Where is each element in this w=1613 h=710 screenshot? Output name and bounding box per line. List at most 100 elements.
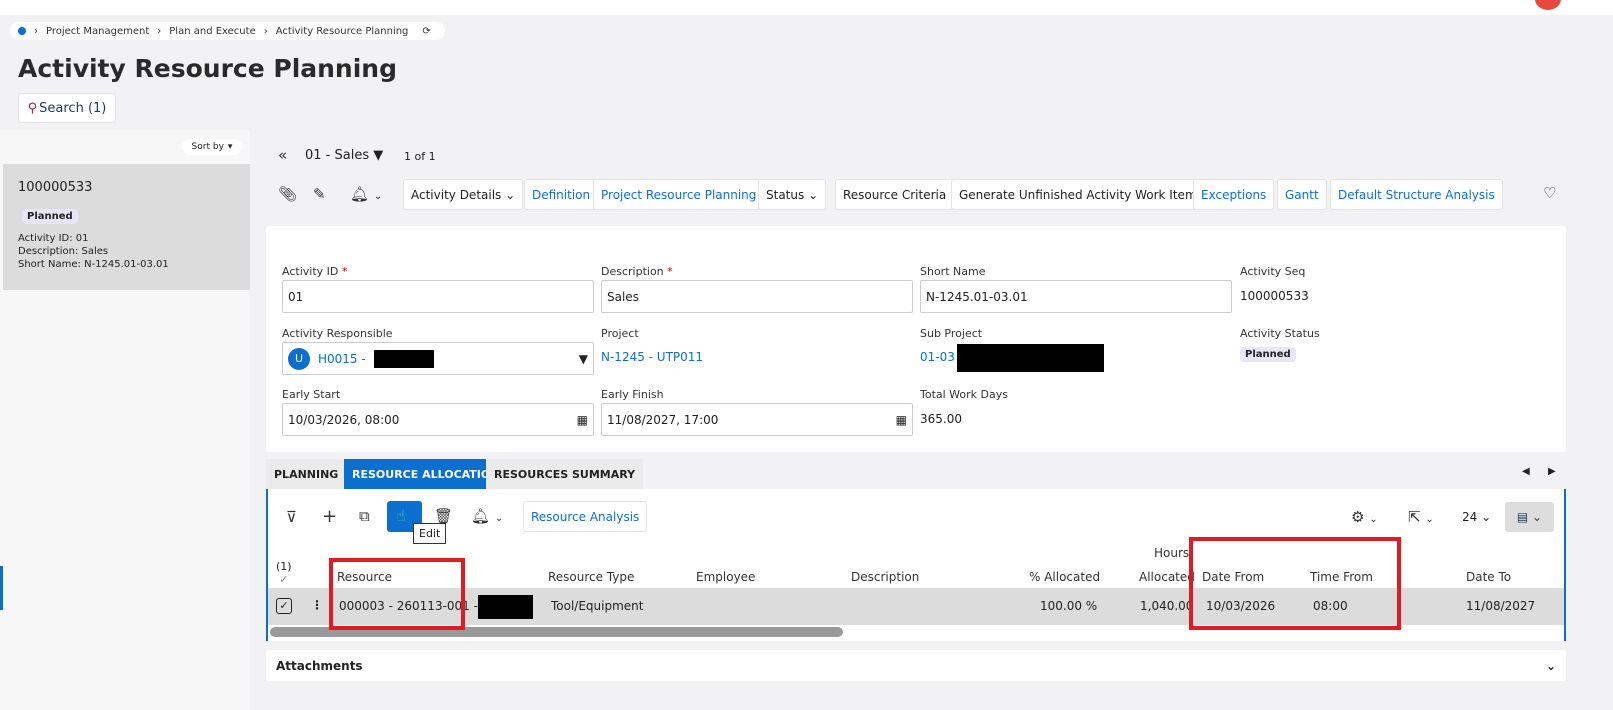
collapse-icon[interactable]: « [278, 146, 287, 164]
cell-resource-type[interactable]: Tool/Equipment [551, 599, 644, 613]
resource-analysis-button[interactable]: Resource Analysis [523, 501, 648, 532]
column-description[interactable]: Description [851, 570, 919, 584]
filter-icon[interactable]: ⊽ [286, 508, 297, 526]
activity-details-button[interactable]: Activity Details ⌄ [403, 179, 524, 210]
search-icon: ⚲ [27, 100, 38, 116]
caret-down-icon: ▼ [578, 351, 588, 366]
exceptions-button[interactable]: Exceptions [1193, 179, 1275, 210]
redaction [478, 595, 533, 619]
definition-button[interactable]: Definition [524, 179, 599, 210]
home-icon[interactable] [18, 27, 26, 35]
column-date-to[interactable]: Date To [1466, 570, 1511, 584]
plus-icon[interactable]: + [322, 506, 337, 527]
project-label: Project [601, 327, 639, 340]
breadcrumb-item[interactable]: Plan and Execute [169, 26, 255, 37]
list-item[interactable]: 100000533 Planned Activity ID: 01 Descri… [3, 164, 250, 290]
description-field[interactable]: Sales [601, 280, 913, 313]
activity-id-text: Activity ID: 01 [18, 233, 89, 244]
cell-date-to[interactable]: 11/08/2027 [1466, 599, 1535, 613]
column-hours-allocated[interactable]: Allocated [1139, 570, 1195, 584]
search-button[interactable]: ⚲ Search (1) [18, 93, 116, 123]
activity-id-field[interactable]: 01 [282, 280, 594, 313]
activity-seq-value: 100000533 [1240, 289, 1309, 303]
redaction [373, 349, 434, 368]
activity-form: Activity ID * 01 Description * Sales Sho… [266, 226, 1566, 452]
description-text: Description: Sales [18, 246, 109, 257]
calendar-icon[interactable]: ▦ [577, 413, 588, 427]
cell-hours-allocated[interactable]: 1,040.00 [1140, 599, 1193, 613]
responsible-field[interactable]: U H0015 - ▼ [282, 342, 594, 375]
record-selector[interactable]: 01 - Sales ▼ [305, 148, 383, 163]
page-size-select[interactable]: 24 ⌄ [1462, 510, 1491, 524]
chevron-down-icon: ⌄ [1545, 658, 1556, 673]
total-work-days-label: Total Work Days [920, 388, 1008, 401]
pencil-icon[interactable]: ✎ [313, 185, 326, 203]
sort-by-button[interactable]: Sort by ▾ [182, 139, 242, 155]
column-employee[interactable]: Employee [696, 570, 755, 584]
heart-icon[interactable]: ♡ [1543, 184, 1556, 202]
column-hours-line1[interactable]: Hours [1154, 546, 1189, 560]
status-badge: Planned [22, 209, 78, 224]
hand-cursor-icon: ☝ [396, 506, 406, 525]
settings-icon[interactable]: ⚙ ⌄ [1351, 508, 1378, 526]
calendar-icon[interactable]: ▦ [896, 413, 907, 427]
table-view-icon[interactable]: ▤ ⌄ [1505, 502, 1554, 532]
attachments-panel[interactable]: Attachments ⌄ [266, 650, 1566, 681]
early-start-label: Early Start [282, 388, 341, 401]
row-checkbox[interactable]: ✓ [276, 598, 292, 614]
activity-id-label: Activity ID * [282, 265, 348, 278]
top-bar [0, 0, 1613, 15]
short-name-field[interactable]: N-1245.01-03.01 [920, 280, 1232, 313]
bell-icon[interactable]: 🔔︎ ⌄ [471, 507, 503, 525]
status-badge: Planned [1240, 347, 1296, 362]
generate-work-items-button[interactable]: Generate Unfinished Activity Work Items [951, 179, 1211, 210]
breadcrumb-item[interactable]: Activity Resource Planning [276, 26, 409, 37]
avatar: U [288, 347, 310, 370]
delete-icon[interactable]: 🗑︎ [434, 507, 453, 525]
highlight-box-resource [329, 558, 465, 630]
redaction [956, 344, 1104, 372]
cell-allocated-percent[interactable]: 100.00 % [1040, 599, 1097, 613]
project-resource-planning-button[interactable]: Project Resource Planning [593, 179, 765, 210]
caret-down-icon: ▼ [373, 148, 384, 163]
status-button[interactable]: Status ⌄ [758, 179, 827, 210]
default-structure-analysis-button[interactable]: Default Structure Analysis [1330, 179, 1503, 210]
paperclip-icon[interactable]: 📎︎ [278, 185, 297, 203]
activity-seq-label: Activity Seq [1240, 265, 1306, 278]
early-start-field[interactable]: 10/03/2026, 08:00 ▦ [282, 403, 594, 436]
description-label: Description * [601, 265, 673, 278]
sub-project-link[interactable]: 01-03 [920, 350, 955, 372]
selected-count: (1) ✓ [276, 560, 292, 586]
duplicate-icon[interactable]: ⧉ [359, 507, 370, 525]
early-finish-field[interactable]: 11/08/2027, 17:00 ▦ [601, 403, 913, 436]
bell-icon[interactable]: 🔔︎ ⌄ [350, 185, 382, 203]
total-work-days-value: 365.00 [920, 412, 962, 426]
responsible-label: Activity Responsible [282, 327, 393, 340]
tab-planning[interactable]: PLANNING [266, 459, 347, 489]
tab-resources-summary[interactable]: RESOURCES SUMMARY [486, 459, 644, 489]
tab-scroll-right-icon[interactable]: ▶ [1548, 466, 1556, 477]
column-allocated-percent[interactable]: % Allocated [1029, 570, 1100, 584]
activity-status-label: Activity Status [1240, 327, 1320, 340]
gantt-button[interactable]: Gantt [1277, 179, 1327, 210]
resource-criteria-button[interactable]: Resource Criteria [835, 179, 955, 210]
row-menu-icon[interactable]: ⋮ [311, 598, 323, 612]
refresh-icon[interactable]: ⟳ [422, 26, 430, 37]
early-finish-label: Early Finish [601, 388, 664, 401]
sub-project-label: Sub Project [920, 327, 983, 340]
short-name-text: Short Name: N-1245.01-03.01 [18, 259, 169, 270]
short-name-label: Short Name [920, 265, 986, 278]
breadcrumb-item[interactable]: Project Management [46, 26, 149, 37]
column-resource-type[interactable]: Resource Type [548, 570, 634, 584]
project-link[interactable]: N-1245 - UTP011 [601, 350, 703, 364]
record-count: 1 of 1 [404, 150, 436, 163]
record-id: 100000533 [18, 180, 93, 195]
tab-scroll-left-icon[interactable]: ◀ [1522, 466, 1530, 477]
breadcrumb: › Project Management › Plan and Execute › A… [10, 22, 445, 40]
export-icon[interactable]: ⇱ ⌄ [1408, 508, 1434, 526]
page-title: Activity Resource Planning [18, 54, 397, 83]
tab-resource-allocation[interactable]: RESOURCE ALLOCATION [344, 459, 508, 489]
highlight-box-date-time [1189, 537, 1401, 630]
caret-down-icon: ▾ [227, 142, 233, 152]
edit-tooltip: Edit [413, 523, 447, 544]
